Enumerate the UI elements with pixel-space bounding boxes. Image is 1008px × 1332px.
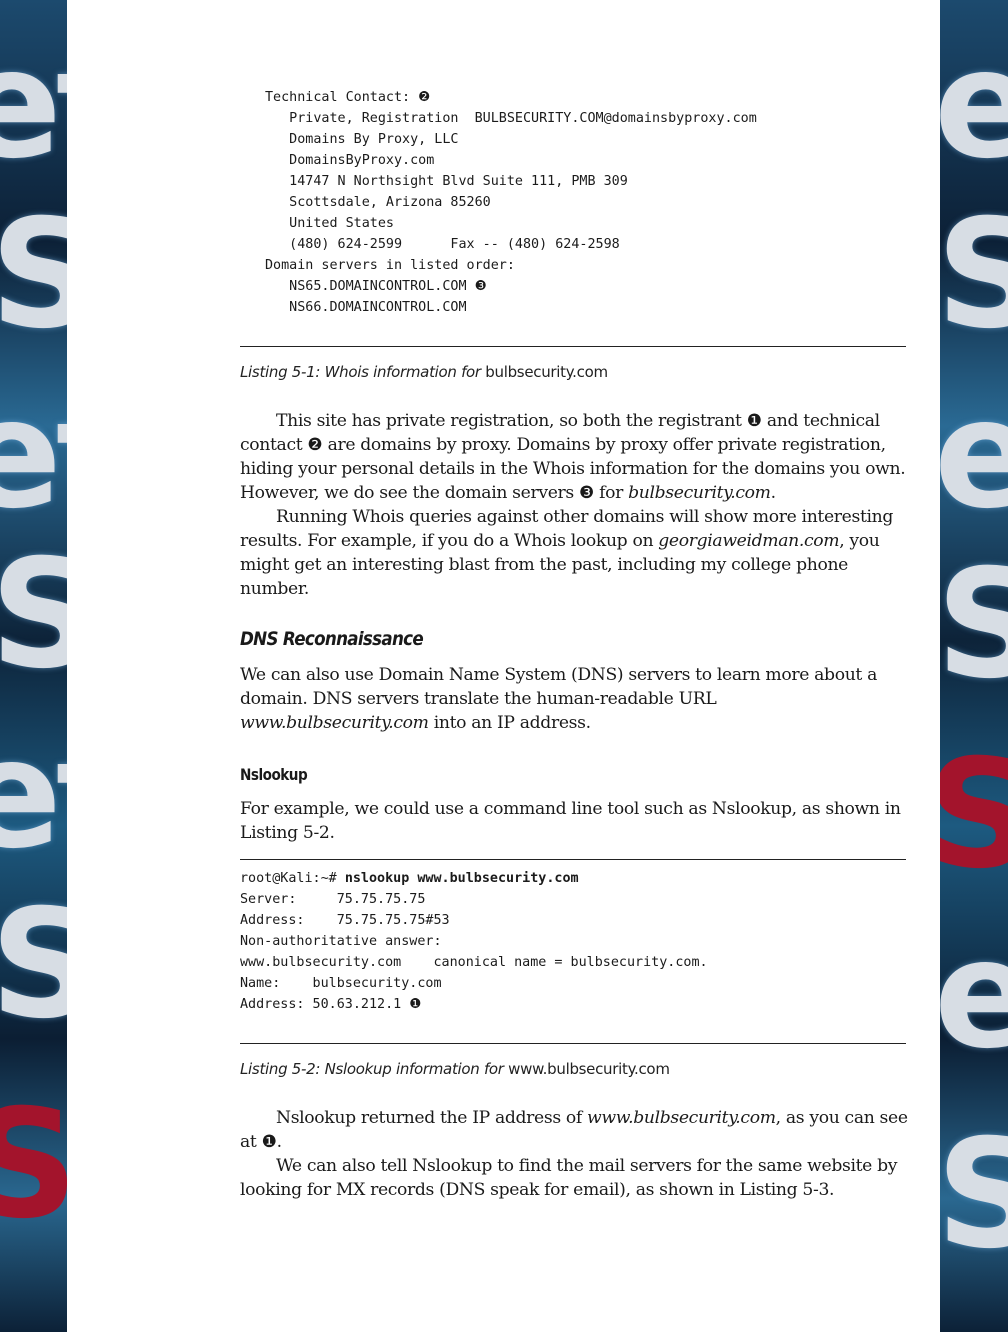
book-page: Technical Contact: ❷ Private, Registrati… <box>67 0 940 1332</box>
paragraph-text: Nslookup returned the IP address of <box>276 1108 588 1128</box>
bg-word-fragment: S <box>940 1108 1008 1282</box>
caption-label: Listing 5-2: Nslookup information for <box>240 1060 509 1078</box>
right-background-strip: et S et S S et S <box>940 0 1008 1332</box>
body-section-2: Nslookup returned the IP address of www.… <box>240 1106 908 1202</box>
code-line: www.bulbsecurity.com canonical name = bu… <box>240 955 708 970</box>
bg-word-fragment: et <box>0 368 67 542</box>
bg-word-fragment: et <box>940 908 1008 1082</box>
paragraph: We can also use Domain Name System (DNS)… <box>240 663 908 735</box>
listing-5-2-caption: Listing 5-2: Nslookup information for ww… <box>240 1060 670 1078</box>
bg-word-fragment: S <box>0 878 67 1052</box>
bg-word-fragment: S <box>0 1078 67 1252</box>
caption-domain: bulbsecurity.com <box>485 363 608 381</box>
paragraph: We can also tell Nslookup to find the ma… <box>240 1156 898 1200</box>
url-text: www.bulbsecurity.com <box>240 713 429 733</box>
caption-domain: www.bulbsecurity.com <box>508 1060 670 1078</box>
body-section-1: This site has private registration, so b… <box>240 409 908 601</box>
domain-text: georgiaweidman.com <box>658 531 840 551</box>
code-line: United States <box>265 216 394 231</box>
code-line: Server: 75.75.75.75 <box>240 892 426 907</box>
listing-5-1-code: Technical Contact: ❷ Private, Registrati… <box>265 87 757 318</box>
code-line: Scottsdale, Arizona 85260 <box>265 195 491 210</box>
bg-word-fragment: et <box>940 368 1008 542</box>
command-line: root@Kali:~# nslookup www.bulbsecurity.c… <box>240 868 708 889</box>
code-line: Domains By Proxy, LLC <box>265 132 459 147</box>
code-line: NS66.DOMAINCONTROL.COM <box>265 300 467 315</box>
bg-word-fragment: et <box>0 708 67 882</box>
code-line: 14747 N Northsight Blvd Suite 111, PMB 3… <box>265 174 628 189</box>
domain-text: bulbsecurity.com <box>628 483 771 503</box>
caption-label: Listing 5-1: Whois information for <box>240 363 486 381</box>
code-line: DomainsByProxy.com <box>265 153 435 168</box>
paragraph-text: We can also use Domain Name System (DNS)… <box>240 665 877 709</box>
code-line: Address: 50.63.212.1 ❶ <box>240 997 422 1012</box>
domain-text: www.bulbsecurity.com <box>587 1108 776 1128</box>
left-background-strip: et S et S et S S <box>0 0 67 1332</box>
paragraph-text: into an IP address. <box>428 713 591 733</box>
code-line: Name: bulbsecurity.com <box>240 976 442 991</box>
code-line: Private, Registration BULBSECURITY.COM@d… <box>265 111 757 126</box>
bg-word-fragment: S <box>940 728 1008 902</box>
listing-bottom-rule <box>240 346 906 347</box>
bg-word-fragment: S <box>940 538 1008 712</box>
listing-5-1-caption: Listing 5-1: Whois information for bulbs… <box>240 363 608 381</box>
paragraph: Running Whois queries against other doma… <box>240 505 908 601</box>
paragraph: This site has private registration, so b… <box>240 409 908 505</box>
body-section-nslookup: For example, we could use a command line… <box>240 797 908 845</box>
listing-top-rule <box>240 859 906 860</box>
paragraph-text: . <box>770 483 776 503</box>
body-section-dns: We can also use Domain Name System (DNS)… <box>240 663 908 735</box>
code-line: Address: 75.75.75.75#53 <box>240 913 450 928</box>
bg-word-fragment: et <box>0 18 67 192</box>
paragraph: For example, we could use a command line… <box>240 799 901 843</box>
bg-word-fragment: et <box>940 18 1008 192</box>
listing-5-2-code: root@Kali:~# nslookup www.bulbsecurity.c… <box>240 868 708 1015</box>
code-line: Non-authoritative answer: <box>240 934 442 949</box>
shell-command: nslookup www.bulbsecurity.com <box>344 871 579 886</box>
bg-word-fragment: S <box>0 528 67 702</box>
code-line: (480) 624-2599 Fax -- (480) 624-2598 <box>265 237 620 252</box>
listing-bottom-rule <box>240 1043 906 1044</box>
code-line: Technical Contact: ❷ <box>265 90 431 105</box>
code-line: NS65.DOMAINCONTROL.COM ❸ <box>265 279 487 294</box>
paragraph: Nslookup returned the IP address of www.… <box>240 1106 908 1154</box>
bg-word-fragment: S <box>940 188 1008 362</box>
bg-word-fragment: S <box>0 188 67 362</box>
paragraph-text: This site has private registration, so b… <box>240 411 906 503</box>
subsection-heading-nslookup: Nslookup <box>240 765 308 784</box>
code-line: Domain servers in listed order: <box>265 258 515 273</box>
shell-prompt: root@Kali:~# <box>240 871 345 886</box>
section-heading-dns: DNS Reconnaissance <box>240 628 424 650</box>
